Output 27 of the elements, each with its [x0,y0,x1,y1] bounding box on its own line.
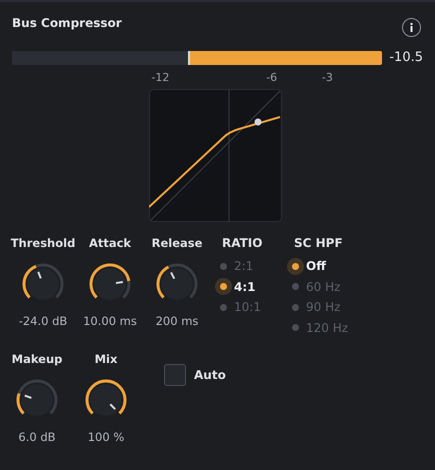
radio-option[interactable]: 120 Hz [292,320,348,335]
knob-value: -24.0 dB [18,314,68,328]
knob-label: Threshold [10,236,76,252]
knob-value: 200 ms [156,314,198,328]
meter-tick-label: -6 [266,71,278,84]
knob-value: 100 % [88,430,124,444]
radio-option[interactable]: 2:1 [220,259,254,274]
group-label: RATIO [222,236,264,252]
radio-option[interactable]: 4:1 [220,280,256,294]
info-icon[interactable] [402,18,421,36]
meter-tick-label: -3 [322,71,333,84]
knob-label: Mix [94,352,118,368]
auto-checkbox[interactable] [164,364,186,386]
knob-label: Release [152,236,202,252]
plugin-title: Bus Compressor [12,16,122,30]
knob-label: Makeup [12,352,62,368]
radio-option[interactable]: 90 Hz [292,300,340,314]
checkbox-label: Auto [194,368,226,382]
radio-option[interactable]: 10:1 [220,300,261,314]
meter-value: -10.5 [389,50,423,65]
radio-option[interactable]: Off [292,259,326,274]
radio-option[interactable]: 60 Hz [292,280,340,294]
knob-value: 10.00 ms [83,314,137,328]
knob-label: Attack [88,236,132,252]
group-label: SC HPF [294,236,344,252]
meter-tick-label: -12 [151,71,170,84]
knob-value: 6.0 dB [18,430,56,444]
